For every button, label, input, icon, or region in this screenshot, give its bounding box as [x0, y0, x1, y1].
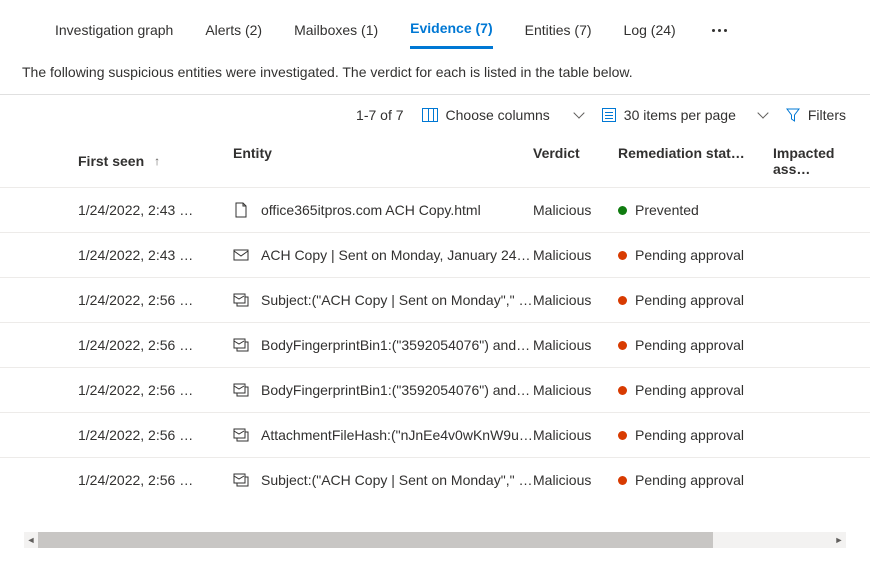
table-row[interactable]: 1/24/2022, 2:43 … ACH Copy | Sent on Mond…	[0, 232, 870, 277]
mail-icon	[233, 247, 249, 263]
columns-icon	[422, 108, 438, 122]
column-header-first-seen[interactable]: First seen ↑	[78, 145, 233, 177]
entity-text: AttachmentFileHash:("nJnEe4v0wKnW9uQr…	[261, 427, 533, 443]
chevron-down-icon	[758, 112, 768, 118]
cell-remediation: Pending approval	[618, 292, 773, 308]
remediation-text: Prevented	[635, 202, 699, 218]
horizontal-scrollbar[interactable]: ◄ ►	[24, 532, 846, 548]
cell-remediation: Pending approval	[618, 337, 773, 353]
filter-icon	[786, 108, 800, 122]
remediation-text: Pending approval	[635, 292, 744, 308]
cell-verdict: Malicious	[533, 337, 618, 353]
cell-entity: Subject:("ACH Copy | Sent on Monday"," J…	[233, 292, 533, 308]
choose-columns-label: Choose columns	[446, 107, 550, 123]
table-header: First seen ↑ Entity Verdict Remediation …	[0, 135, 870, 187]
status-dot-icon	[618, 476, 627, 485]
scroll-left-arrow[interactable]: ◄	[24, 532, 38, 548]
cluster-icon	[233, 427, 249, 443]
page-description: The following suspicious entities were i…	[0, 50, 870, 94]
scroll-right-arrow[interactable]: ►	[832, 532, 846, 548]
cluster-icon	[233, 472, 249, 488]
table-row[interactable]: 1/24/2022, 2:43 … office365itpros.com ACH…	[0, 187, 870, 232]
column-header-remediation[interactable]: Remediation stat…	[618, 145, 773, 177]
tab-2[interactable]: Mailboxes (1)	[294, 14, 378, 48]
remediation-text: Pending approval	[635, 472, 744, 488]
cell-remediation: Pending approval	[618, 472, 773, 488]
entity-text: BodyFingerprintBin1:("3592054076") and S…	[261, 382, 533, 398]
cell-remediation: Pending approval	[618, 427, 773, 443]
status-dot-icon	[618, 386, 627, 395]
cell-remediation: Pending approval	[618, 382, 773, 398]
table-row[interactable]: 1/24/2022, 2:56 … BodyFingerprintBin1:("3…	[0, 322, 870, 367]
entity-text: Subject:("ACH Copy | Sent on Monday"," J…	[261, 292, 533, 308]
entity-text: BodyFingerprintBin1:("3592054076") and P…	[261, 337, 533, 353]
tab-0[interactable]: Investigation graph	[55, 14, 173, 48]
cell-verdict: Malicious	[533, 427, 618, 443]
cell-entity: BodyFingerprintBin1:("3592054076") and S…	[233, 382, 533, 398]
cell-verdict: Malicious	[533, 292, 618, 308]
cell-verdict: Malicious	[533, 472, 618, 488]
chevron-down-icon	[574, 112, 584, 118]
cell-verdict: Malicious	[533, 247, 618, 263]
column-header-verdict[interactable]: Verdict	[533, 145, 618, 177]
status-dot-icon	[618, 206, 627, 215]
cell-remediation: Prevented	[618, 202, 773, 218]
entity-text: Subject:("ACH Copy | Sent on Monday"," J…	[261, 472, 533, 488]
status-dot-icon	[618, 251, 627, 260]
column-header-impacted[interactable]: Impacted ass…	[773, 145, 870, 177]
cell-entity: ACH Copy | Sent on Monday, January 24, 2…	[233, 247, 533, 263]
status-dot-icon	[618, 296, 627, 305]
tabs: Investigation graph Alerts (2) Mailboxes (…	[0, 0, 870, 50]
filters-button[interactable]: Filters	[786, 107, 846, 123]
more-tabs-icon[interactable]	[708, 21, 731, 40]
file-icon	[233, 202, 249, 218]
cell-verdict: Malicious	[533, 382, 618, 398]
cell-first-seen: 1/24/2022, 2:56 …	[78, 337, 233, 353]
scroll-track[interactable]	[38, 532, 832, 548]
cell-entity: AttachmentFileHash:("nJnEe4v0wKnW9uQr…	[233, 427, 533, 443]
status-dot-icon	[618, 431, 627, 440]
status-dot-icon	[618, 341, 627, 350]
remediation-text: Pending approval	[635, 247, 744, 263]
cell-entity: BodyFingerprintBin1:("3592054076") and P…	[233, 337, 533, 353]
page-range: 1-7 of 7	[356, 107, 403, 123]
table-row[interactable]: 1/24/2022, 2:56 … Subject:("ACH Copy | Se…	[0, 277, 870, 322]
table-row[interactable]: 1/24/2022, 2:56 … BodyFingerprintBin1:("3…	[0, 367, 870, 412]
cell-first-seen: 1/24/2022, 2:56 …	[78, 472, 233, 488]
cell-verdict: Malicious	[533, 202, 618, 218]
remediation-text: Pending approval	[635, 337, 744, 353]
items-per-page-button[interactable]: 30 items per page	[602, 107, 768, 123]
scroll-thumb[interactable]	[38, 532, 713, 548]
cell-first-seen: 1/24/2022, 2:43 …	[78, 202, 233, 218]
cell-entity: office365itpros.com ACH Copy.html	[233, 202, 533, 218]
items-per-page-label: 30 items per page	[624, 107, 736, 123]
tab-5[interactable]: Log (24)	[624, 14, 676, 48]
cluster-icon	[233, 292, 249, 308]
list-icon	[602, 108, 616, 122]
tab-3[interactable]: Evidence (7)	[410, 12, 492, 49]
cell-entity: Subject:("ACH Copy | Sent on Monday"," J…	[233, 472, 533, 488]
cell-first-seen: 1/24/2022, 2:56 …	[78, 292, 233, 308]
cell-first-seen: 1/24/2022, 2:56 …	[78, 427, 233, 443]
entity-text: ACH Copy | Sent on Monday, January 24, 2…	[261, 247, 533, 263]
remediation-text: Pending approval	[635, 427, 744, 443]
sort-ascending-icon: ↑	[154, 154, 160, 168]
table-row[interactable]: 1/24/2022, 2:56 … Subject:("ACH Copy | Se…	[0, 457, 870, 502]
cell-first-seen: 1/24/2022, 2:43 …	[78, 247, 233, 263]
filters-label: Filters	[808, 107, 846, 123]
table-row[interactable]: 1/24/2022, 2:56 … AttachmentFileHash:("nJ…	[0, 412, 870, 457]
toolbar: 1-7 of 7 Choose columns 30 items per pag…	[0, 95, 870, 135]
cell-remediation: Pending approval	[618, 247, 773, 263]
cell-first-seen: 1/24/2022, 2:56 …	[78, 382, 233, 398]
entity-text: office365itpros.com ACH Copy.html	[261, 202, 533, 218]
remediation-text: Pending approval	[635, 382, 744, 398]
cluster-icon	[233, 382, 249, 398]
column-header-entity[interactable]: Entity	[233, 145, 533, 177]
tab-1[interactable]: Alerts (2)	[205, 14, 262, 48]
cluster-icon	[233, 337, 249, 353]
choose-columns-button[interactable]: Choose columns	[422, 107, 584, 123]
tab-4[interactable]: Entities (7)	[525, 14, 592, 48]
table-body: 1/24/2022, 2:43 … office365itpros.com ACH…	[0, 187, 870, 502]
